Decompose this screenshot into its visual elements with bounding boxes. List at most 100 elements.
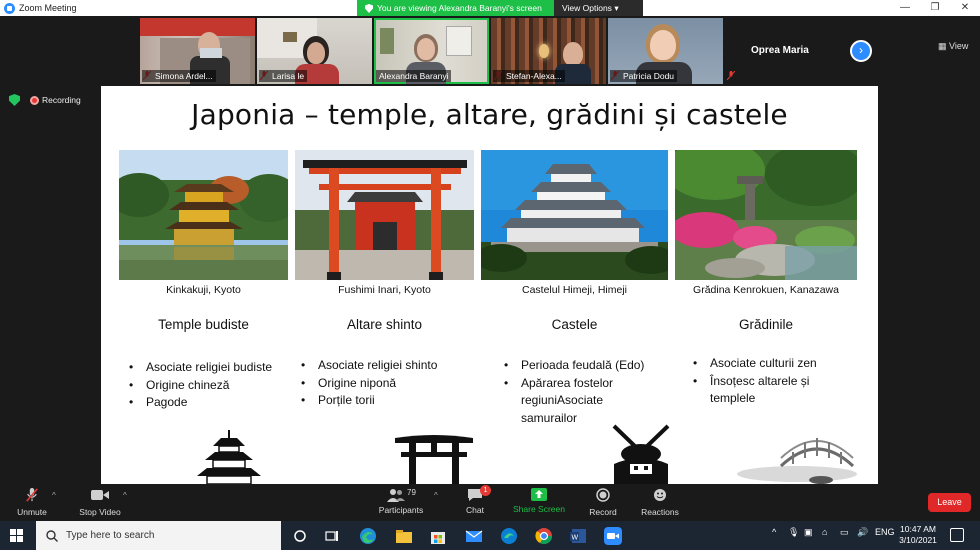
task-view-icon[interactable] <box>322 526 342 546</box>
next-page-button[interactable]: › <box>850 40 872 62</box>
zoom-window: Zoom Meeting You are viewing Alexandra B… <box>0 0 980 550</box>
title-bar: Zoom Meeting You are viewing Alexandra B… <box>0 0 980 16</box>
clock-date: 3/10/2021 <box>899 535 937 545</box>
participants-icon <box>387 489 405 502</box>
chevron-down-icon: ▾ <box>614 3 619 13</box>
zoom-logo-icon <box>4 2 15 14</box>
view-options-button[interactable]: View Options ▾ <box>554 0 643 16</box>
participant-tile-active-speaker[interactable]: Alexandra Baranyi <box>374 18 489 84</box>
leave-button[interactable]: Leave <box>928 493 971 512</box>
torii-icon <box>395 435 473 484</box>
share-screen-icon <box>531 488 547 501</box>
record-dot-icon <box>30 95 39 105</box>
bullets-gradinile: Asociate culturii zen Însoțesc altarele … <box>691 355 851 408</box>
record-label: Record <box>589 507 617 517</box>
shield-icon <box>365 3 373 13</box>
participant-tile-no-video[interactable]: Oprea Maria <box>725 18 840 84</box>
unmute-button[interactable]: Unmute <box>14 488 50 517</box>
search-placeholder: Type here to search <box>66 530 155 541</box>
bullet-item: Pagode <box>127 394 277 412</box>
unmute-label: Unmute <box>17 507 47 517</box>
maximize-button[interactable]: ❐ <box>920 0 950 16</box>
participant-name: Stefan-Alexa... <box>493 70 565 82</box>
mail-icon[interactable] <box>464 526 484 546</box>
minimize-button[interactable]: — <box>890 0 920 16</box>
caption-himeji: Castelul Himeji, Himeji <box>521 284 628 296</box>
record-button[interactable]: Record <box>586 488 620 517</box>
bullet-item: Asociate religiei budiste <box>127 359 277 377</box>
share-screen-button[interactable]: Share Screen <box>512 488 566 514</box>
view-button[interactable]: ▦ View <box>938 41 968 52</box>
bullets-castele: Perioada feudală (Edo) Apărarea fostelor… <box>502 357 662 427</box>
participant-tile[interactable]: Patricia Dodu <box>608 18 723 84</box>
language-indicator[interactable]: ENG <box>875 527 895 537</box>
share-screen-label: Share Screen <box>513 504 565 514</box>
window-title: Zoom Meeting <box>19 3 77 13</box>
participant-tile[interactable]: Simona Ardel... <box>140 18 255 84</box>
video-options-caret[interactable]: ^ <box>123 491 127 500</box>
heading-altare-shinto: Altare shinto <box>346 317 423 332</box>
tray-network-icon[interactable]: ⌂ <box>822 527 827 537</box>
slide-title: Japonia – temple, altare, grădini și cas… <box>191 98 788 131</box>
bullet-item: Însoțesc altarele și templele <box>691 373 821 408</box>
chrome-icon[interactable] <box>534 526 554 546</box>
participant-tile[interactable]: Larisa le <box>257 18 372 84</box>
participant-name: Oprea Maria <box>751 45 809 56</box>
word-icon[interactable]: W <box>568 526 588 546</box>
audio-options-caret[interactable]: ^ <box>52 491 56 500</box>
video-strip: Simona Ardel... Larisa le Alexandra Bara… <box>0 16 980 86</box>
stop-video-button[interactable]: Stop Video <box>78 488 122 517</box>
participant-tile[interactable]: Stefan-Alexa... <box>491 18 606 84</box>
file-explorer-icon[interactable] <box>394 526 414 546</box>
chat-button[interactable]: 1 Chat <box>462 485 491 515</box>
search-icon <box>46 529 58 542</box>
view-options-label: View Options <box>562 3 612 13</box>
view-label: View <box>949 41 969 51</box>
bullet-item: Perioada feudală (Edo) <box>502 357 662 375</box>
bullet-item: Apărarea fostelor regiuniAsociate samura… <box>502 375 632 428</box>
viewing-screen-indicator: You are viewing Alexandra Baranyi's scre… <box>357 0 554 16</box>
tray-mic-icon[interactable]: 🎙 <box>788 527 799 538</box>
grid-icon: ▦ <box>938 41 947 51</box>
caption-kinkakuji: Kinkakuji, Kyoto <box>166 284 241 296</box>
reactions-emoji-icon <box>654 489 666 501</box>
participants-options-caret[interactable]: ^ <box>434 491 438 500</box>
bullet-item: Asociate religiei shinto <box>299 357 449 375</box>
taskbar-search-box[interactable]: Type here to search <box>36 521 281 550</box>
reactions-button[interactable]: Reactions <box>640 488 680 517</box>
tray-overflow-icon[interactable]: ^ <box>772 527 776 537</box>
tray-battery-icon[interactable]: ▭ <box>840 527 849 538</box>
tray-volume-icon[interactable]: 🔊 <box>857 527 868 538</box>
chat-label: Chat <box>466 505 484 515</box>
close-button[interactable]: ✕ <box>950 0 980 16</box>
participants-label: Participants <box>378 505 424 515</box>
cortana-icon[interactable] <box>290 526 310 546</box>
windows-taskbar: Type here to search W ^ 🎙 ▣ ⌂ ▭ 🔊 ENG 10… <box>0 521 980 550</box>
participants-button[interactable]: 79 Participants <box>378 488 424 515</box>
system-clock[interactable]: 10:47 AM 3/10/2021 <box>897 524 939 546</box>
participants-count: 79 <box>407 488 416 497</box>
zoom-app-icon[interactable] <box>603 526 623 546</box>
pagoda-icon <box>197 430 261 484</box>
heading-castele: Castele <box>551 317 598 332</box>
garden-bridge-icon <box>737 438 857 484</box>
muted-microphone-icon <box>26 488 38 502</box>
video-camera-icon <box>91 490 109 500</box>
bullet-item: Porțile torii <box>299 392 449 410</box>
store-icon[interactable] <box>428 526 448 546</box>
edge-icon-2[interactable] <box>499 526 519 546</box>
bullet-item: Origine niponă <box>299 375 449 393</box>
japanese-garden-image <box>675 150 857 280</box>
tray-camera-icon[interactable]: ▣ <box>804 527 813 538</box>
windows-start-icon[interactable] <box>10 529 23 542</box>
security-shield-icon[interactable] <box>9 94 20 106</box>
heading-temple-budiste: Temple budiste <box>158 317 249 332</box>
recording-label: Recording <box>42 95 81 105</box>
notification-center-icon[interactable] <box>950 528 964 542</box>
viewing-screen-text: You are viewing Alexandra Baranyi's scre… <box>377 3 542 13</box>
himeji-castle-image <box>481 150 668 280</box>
bullet-item: Asociate culturii zen <box>691 355 851 373</box>
reactions-label: Reactions <box>641 507 679 517</box>
recording-indicator[interactable]: Recording <box>30 93 81 107</box>
edge-browser-icon[interactable] <box>358 526 378 546</box>
